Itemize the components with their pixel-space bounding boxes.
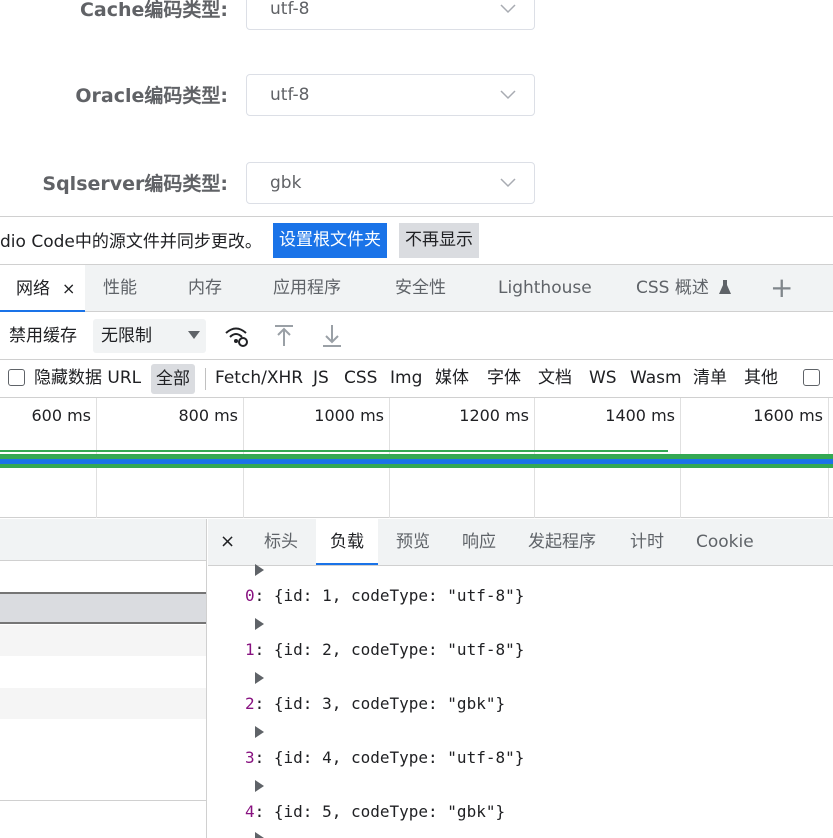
flask-icon xyxy=(719,280,732,294)
tab-response[interactable]: 响应 xyxy=(462,519,496,565)
add-tab-button[interactable]: + xyxy=(770,273,793,303)
tab-css-overview[interactable]: CSS 概述 xyxy=(636,265,732,312)
form-row-cache: Cache编码类型: utf-8 xyxy=(0,0,833,32)
divider xyxy=(205,368,206,390)
filter-ws[interactable]: WS xyxy=(589,360,617,397)
chevron-down-icon xyxy=(500,90,516,100)
hide-data-url-checkbox[interactable] xyxy=(8,369,25,386)
chevron-down-icon xyxy=(500,178,516,188)
tab-cookies[interactable]: Cookie xyxy=(696,519,754,565)
hide-data-url-label[interactable]: 隐藏数据 URL xyxy=(34,360,141,397)
blocked-requests-checkbox[interactable] xyxy=(803,369,820,386)
sqlserver-encoding-label: Sqlserver编码类型: xyxy=(42,173,228,195)
tab-payload[interactable]: 负载 xyxy=(316,519,378,565)
expand-triangle-icon[interactable] xyxy=(255,564,264,576)
request-detail-tabs: × 标头 负载 预览 响应 发起程序 计时 Cookie xyxy=(208,519,833,566)
throttling-value: 无限制 xyxy=(101,326,152,346)
payload-entry[interactable]: 0: {id: 1, codeType: "utf-8"} xyxy=(245,586,524,605)
request-list-header xyxy=(0,519,206,561)
expand-triangle-icon[interactable] xyxy=(255,832,264,838)
workspace-infobar: dio Code中的源文件并同步更改。 设置根文件夹 不再显示 xyxy=(0,216,833,264)
cache-encoding-select[interactable]: utf-8 xyxy=(246,0,535,30)
waterfall-bar xyxy=(0,464,833,468)
close-icon[interactable]: × xyxy=(62,279,75,298)
chevron-down-icon xyxy=(500,4,516,14)
filter-bar: 隐藏数据 URL 全部 Fetch/XHR JS CSS Img 媒体 字体 文… xyxy=(0,360,833,398)
filter-js[interactable]: JS xyxy=(313,360,329,397)
expand-triangle-icon[interactable] xyxy=(255,618,264,630)
dropdown-arrow-icon xyxy=(188,331,200,339)
selected-request-row[interactable] xyxy=(0,592,206,624)
payload-entry[interactable]: 1: {id: 2, codeType: "utf-8"} xyxy=(245,640,524,659)
close-icon[interactable]: × xyxy=(220,519,235,565)
network-toolbar: 禁用缓存 无限制 xyxy=(0,312,833,360)
tab-network[interactable]: 网络 × xyxy=(0,265,86,312)
payload-entry[interactable]: 3: {id: 4, codeType: "utf-8"} xyxy=(245,748,524,767)
filter-fetch-xhr[interactable]: Fetch/XHR xyxy=(215,360,303,397)
throttling-select[interactable]: 无限制 xyxy=(93,319,206,353)
sqlserver-encoding-select[interactable]: gbk xyxy=(246,162,535,204)
tab-headers[interactable]: 标头 xyxy=(264,519,298,565)
import-har-icon[interactable] xyxy=(273,324,295,348)
tab-initiator[interactable]: 发起程序 xyxy=(528,519,596,565)
tab-label: CSS 概述 xyxy=(636,278,709,298)
filter-css[interactable]: CSS xyxy=(344,360,377,397)
payload-entry[interactable]: 4: {id: 5, codeType: "gbk"} xyxy=(245,802,505,821)
set-root-folder-button[interactable]: 设置根文件夹 xyxy=(273,223,387,258)
filter-font[interactable]: 字体 xyxy=(487,360,521,397)
tab-performance[interactable]: 性能 xyxy=(103,265,137,312)
devtools-tabbar: 网络 × 性能 内存 应用程序 安全性 Lighthouse CSS 概述 + xyxy=(0,264,833,312)
tab-application[interactable]: 应用程序 xyxy=(273,265,341,312)
export-har-icon[interactable] xyxy=(321,324,343,348)
filter-img[interactable]: Img xyxy=(390,360,422,397)
request-list-pane xyxy=(0,519,207,838)
filter-doc[interactable]: 文档 xyxy=(538,360,572,397)
form-row-oracle: Oracle编码类型: utf-8 xyxy=(0,74,833,118)
request-row[interactable] xyxy=(0,688,206,719)
tab-label: 网络 xyxy=(16,279,50,299)
cache-encoding-label: Cache编码类型: xyxy=(79,0,228,21)
filter-manifest[interactable]: 清单 xyxy=(693,360,727,397)
tab-memory[interactable]: 内存 xyxy=(188,265,222,312)
select-value: utf-8 xyxy=(270,85,310,105)
expand-triangle-icon[interactable] xyxy=(255,726,264,738)
select-value: utf-8 xyxy=(270,0,310,19)
form-row-sqlserver: Sqlserver编码类型: gbk xyxy=(0,162,833,206)
expand-triangle-icon[interactable] xyxy=(255,672,264,684)
tab-preview[interactable]: 预览 xyxy=(396,519,430,565)
dont-show-again-button[interactable]: 不再显示 xyxy=(399,223,479,258)
infobar-message: dio Code中的源文件并同步更改。 xyxy=(0,232,262,252)
oracle-encoding-select[interactable]: utf-8 xyxy=(246,74,535,116)
expand-triangle-icon[interactable] xyxy=(255,780,264,792)
payload-viewer: 0: {id: 1, codeType: "utf-8"} 1: {id: 2,… xyxy=(208,564,833,838)
filter-wasm[interactable]: Wasm xyxy=(630,360,682,397)
oracle-encoding-label: Oracle编码类型: xyxy=(75,85,228,107)
filter-other[interactable]: 其他 xyxy=(744,360,778,397)
request-row[interactable] xyxy=(0,625,206,656)
tab-timing[interactable]: 计时 xyxy=(630,519,664,565)
network-conditions-icon[interactable] xyxy=(224,325,250,347)
waterfall-bar xyxy=(0,450,668,452)
filter-all[interactable]: 全部 xyxy=(151,364,195,394)
tab-lighthouse[interactable]: Lighthouse xyxy=(498,265,592,312)
divider xyxy=(0,800,206,801)
payload-entry[interactable]: 2: {id: 3, codeType: "gbk"} xyxy=(245,694,505,713)
select-value: gbk xyxy=(270,173,302,193)
filter-media[interactable]: 媒体 xyxy=(435,360,469,397)
network-overview-timeline[interactable]: 600 ms 800 ms 1000 ms 1200 ms 1400 ms 16… xyxy=(0,398,833,518)
tab-security[interactable]: 安全性 xyxy=(395,265,446,312)
disable-cache-label[interactable]: 禁用缓存 xyxy=(9,312,77,360)
